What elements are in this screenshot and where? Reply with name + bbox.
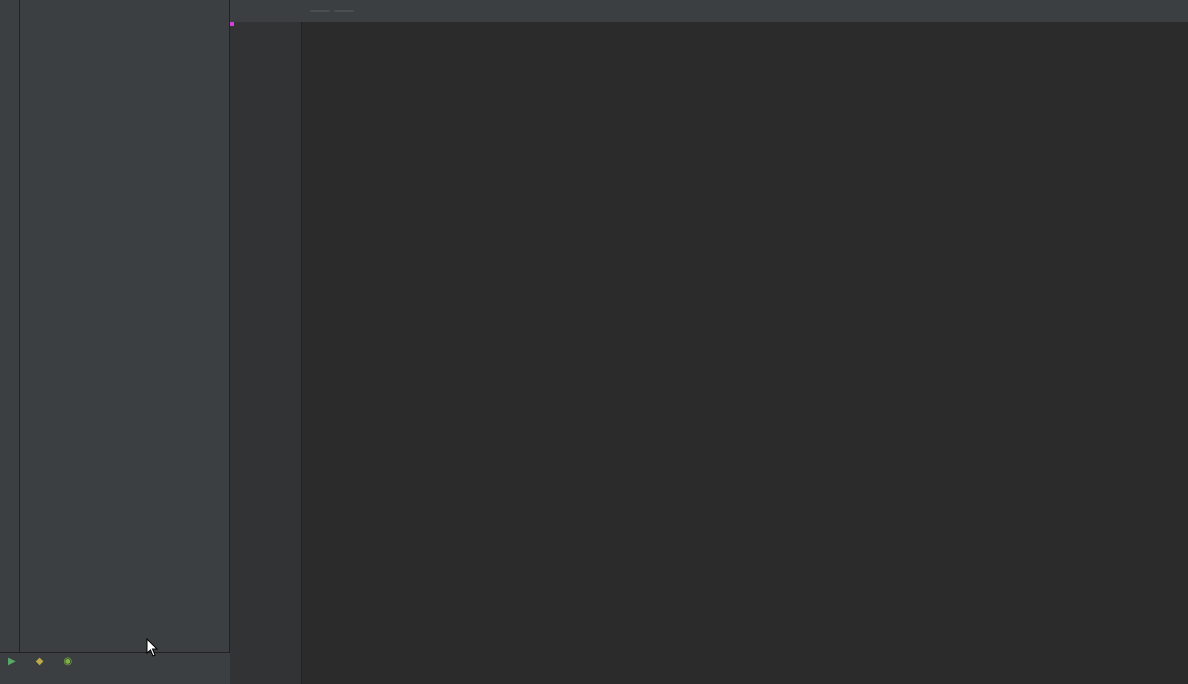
code-viewport[interactable] (230, 22, 1188, 684)
project-sidebar (20, 0, 230, 684)
bottom-tabs: ▶ ◆ ◉ (0, 652, 230, 670)
editor-area (230, 0, 1188, 684)
breadcrumb-method[interactable] (334, 10, 354, 12)
left-tool-strip (0, 0, 20, 684)
android-icon: ◉ (63, 656, 72, 667)
run-icon: ▶ (8, 656, 16, 667)
breadcrumb (230, 0, 1188, 22)
status-message (0, 670, 230, 684)
tab-run[interactable]: ▶ (8, 656, 20, 667)
status-bar: ▶ ◆ ◉ (0, 652, 230, 684)
todo-icon: ◆ (36, 656, 44, 667)
tab-android-monitor[interactable]: ◉ (63, 656, 76, 667)
breadcrumb-class[interactable] (310, 10, 330, 12)
tab-todo[interactable]: ◆ (36, 656, 48, 667)
project-tree[interactable] (20, 0, 229, 684)
editor-gutter (230, 22, 302, 684)
